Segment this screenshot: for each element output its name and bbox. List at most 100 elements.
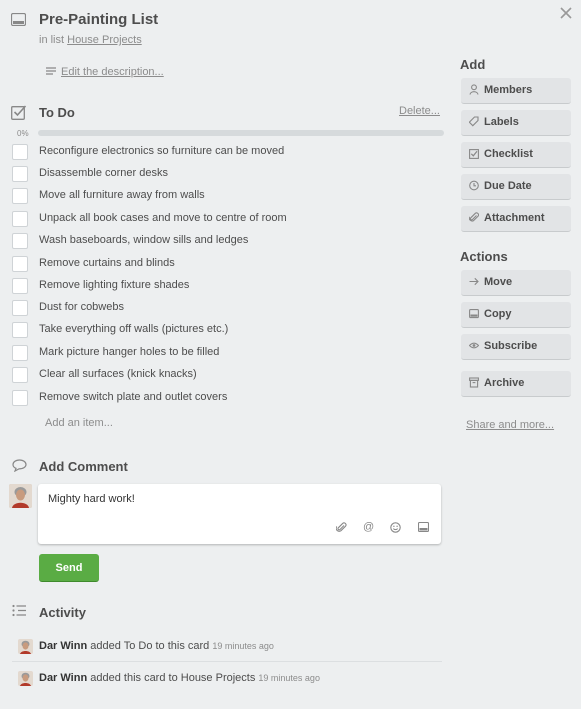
list-link[interactable]: House Projects xyxy=(67,34,142,46)
item-label[interactable]: Remove switch plate and outlet covers xyxy=(39,391,227,403)
move-label: Move xyxy=(484,276,513,288)
checklist-button[interactable]: Checklist xyxy=(461,142,571,168)
item-label[interactable]: Clear all surfaces (knick knacks) xyxy=(39,368,197,380)
activity-divider xyxy=(12,661,442,662)
copy-card-icon xyxy=(469,308,479,320)
attachment-icon[interactable] xyxy=(335,522,347,536)
checklist-item[interactable]: Clear all surfaces (knick knacks) xyxy=(12,364,442,386)
item-label[interactable]: Dust for cobwebs xyxy=(39,301,124,313)
card-title[interactable]: Pre-Painting List xyxy=(39,11,158,28)
share-and-more-link[interactable]: Share and more... xyxy=(466,419,554,431)
item-checkbox[interactable] xyxy=(12,322,28,338)
archive-label: Archive xyxy=(484,377,525,389)
arrow-right-icon xyxy=(469,276,479,288)
item-label[interactable]: Remove lighting fixture shades xyxy=(39,279,189,291)
due-date-button[interactable]: Due Date xyxy=(461,174,571,200)
item-checkbox[interactable] xyxy=(12,278,28,294)
item-checkbox[interactable] xyxy=(12,166,28,182)
comment-input[interactable]: Mighty hard work! @ xyxy=(38,484,441,544)
subscribe-button[interactable]: Subscribe xyxy=(461,334,571,360)
add-heading: Add xyxy=(460,57,486,72)
members-label: Members xyxy=(484,84,533,96)
checklist-icon xyxy=(11,104,27,123)
user-avatar xyxy=(9,484,32,508)
add-item-link[interactable]: Add an item... xyxy=(45,417,113,429)
paperclip-icon xyxy=(468,212,480,224)
item-label[interactable]: Remove curtains and blinds xyxy=(39,257,175,269)
checklist-item[interactable]: Remove switch plate and outlet covers xyxy=(12,387,442,409)
labels-button[interactable]: Labels xyxy=(461,110,571,136)
labels-label: Labels xyxy=(484,116,519,128)
member-icon xyxy=(469,84,479,96)
activity-title: Activity xyxy=(39,605,86,620)
mention-icon[interactable]: @ xyxy=(363,521,374,533)
send-button[interactable]: Send xyxy=(39,554,99,582)
item-label[interactable]: Unpack all book cases and move to centre… xyxy=(39,212,287,224)
close-icon[interactable] xyxy=(559,6,573,23)
add-comment-title: Add Comment xyxy=(39,459,128,474)
activity-user[interactable]: Dar Winn xyxy=(39,672,87,684)
item-label[interactable]: Reconfigure electronics so furniture can… xyxy=(39,145,284,157)
item-label[interactable]: Mark picture hanger holes to be filled xyxy=(39,346,219,358)
description-icon xyxy=(46,67,56,79)
checklist-label: Checklist xyxy=(484,148,533,160)
copy-button[interactable]: Copy xyxy=(461,302,571,328)
checklist-item[interactable]: Dust for cobwebs xyxy=(12,297,442,319)
checklist-item[interactable]: Unpack all book cases and move to centre… xyxy=(12,208,442,230)
activity-avatar[interactable] xyxy=(18,639,33,654)
archive-icon xyxy=(469,377,479,389)
item-label[interactable]: Move all furniture away from walls xyxy=(39,189,205,201)
in-list-prefix: in list xyxy=(39,34,65,46)
checklist-small-icon xyxy=(469,148,479,160)
item-checkbox[interactable] xyxy=(12,390,28,406)
archive-button[interactable]: Archive xyxy=(461,371,571,397)
item-label[interactable]: Disassemble corner desks xyxy=(39,167,168,179)
item-checkbox[interactable] xyxy=(12,233,28,249)
attachment-label: Attachment xyxy=(484,212,545,224)
activity-entry: Dar Winn added this card to House Projec… xyxy=(18,670,442,690)
checklist-item[interactable]: Mark picture hanger holes to be filled xyxy=(12,342,442,364)
activity-icon xyxy=(12,604,27,620)
members-button[interactable]: Members xyxy=(461,78,571,104)
activity-line: Dar Winn added To Do to this card 19 min… xyxy=(39,640,274,652)
delete-checklist-link[interactable]: Delete... xyxy=(399,105,440,117)
checklist-item[interactable]: Wash baseboards, window sills and ledges xyxy=(12,230,442,252)
item-checkbox[interactable] xyxy=(12,256,28,272)
move-button[interactable]: Move xyxy=(461,270,571,296)
checklist-item[interactable]: Reconfigure electronics so furniture can… xyxy=(12,141,442,163)
checklist-item[interactable]: Remove lighting fixture shades xyxy=(12,275,442,297)
card-icon xyxy=(10,12,27,29)
list-reference: in list House Projects xyxy=(39,34,142,46)
activity-user[interactable]: Dar Winn xyxy=(39,640,87,652)
clock-icon xyxy=(469,180,479,192)
checklist-item[interactable]: Remove curtains and blinds xyxy=(12,253,442,275)
comment-input-value[interactable]: Mighty hard work! xyxy=(48,493,135,505)
progress-bar xyxy=(38,130,444,136)
eye-icon xyxy=(468,340,480,352)
activity-text: added this card to House Projects xyxy=(90,672,256,684)
emoji-icon[interactable] xyxy=(390,522,401,536)
actions-heading: Actions xyxy=(460,249,508,264)
attachment-button[interactable]: Attachment xyxy=(461,206,571,232)
activity-avatar[interactable] xyxy=(18,671,33,686)
item-checkbox[interactable] xyxy=(12,300,28,316)
checklist-item[interactable]: Move all furniture away from walls xyxy=(12,185,442,207)
label-icon xyxy=(468,116,479,128)
comment-icon xyxy=(12,459,27,475)
item-checkbox[interactable] xyxy=(12,367,28,383)
item-label[interactable]: Take everything off walls (pictures etc.… xyxy=(39,323,228,335)
checklist-item[interactable]: Take everything off walls (pictures etc.… xyxy=(12,319,442,341)
activity-time[interactable]: 19 minutes ago xyxy=(258,673,320,683)
item-checkbox[interactable] xyxy=(12,144,28,160)
item-label[interactable]: Wash baseboards, window sills and ledges xyxy=(39,234,248,246)
activity-line: Dar Winn added this card to House Projec… xyxy=(39,672,320,684)
checklist-item[interactable]: Disassemble corner desks xyxy=(12,163,442,185)
activity-entry: Dar Winn added To Do to this card 19 min… xyxy=(18,638,442,658)
item-checkbox[interactable] xyxy=(12,345,28,361)
checklist-title[interactable]: To Do xyxy=(39,105,75,120)
item-checkbox[interactable] xyxy=(12,188,28,204)
activity-time[interactable]: 19 minutes ago xyxy=(212,641,274,651)
item-checkbox[interactable] xyxy=(12,211,28,227)
add-card-icon[interactable] xyxy=(417,521,430,535)
edit-description-link[interactable]: Edit the description... xyxy=(61,66,164,78)
